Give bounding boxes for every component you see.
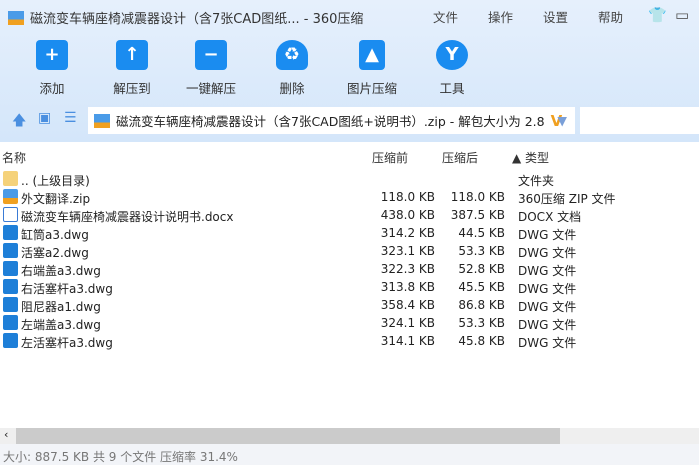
file-name: 外文翻译.zip: [21, 192, 91, 206]
image-compress-button[interactable]: ▲ 图片压缩: [332, 40, 412, 97]
dwg-file-icon: [3, 333, 18, 348]
tools-icon: Y: [436, 40, 468, 70]
archive-icon: [94, 113, 110, 128]
file-type: DWG 文件: [518, 318, 577, 332]
column-after[interactable]: 压缩后: [442, 149, 478, 166]
horizontal-scrollbar[interactable]: ‹: [0, 428, 699, 444]
file-type: 文件夹: [518, 174, 555, 188]
file-size-after: 44.5 KB: [458, 226, 505, 240]
tools-button[interactable]: Y 工具: [412, 40, 492, 97]
dwg-file-icon: [3, 243, 18, 258]
file-name: 右活塞杆a3.dwg: [21, 282, 113, 296]
file-size-before: 324.1 KB: [380, 316, 435, 330]
list-view-icon[interactable]: ☰: [64, 110, 77, 126]
file-size-after: 45.8 KB: [458, 334, 505, 348]
menu-settings[interactable]: 设置: [543, 7, 568, 26]
thumbnail-view-icon[interactable]: ▣: [38, 110, 51, 126]
file-size-after: 86.8 KB: [458, 298, 505, 312]
file-size-before: 322.3 KB: [380, 262, 435, 276]
dwg-file-icon: [3, 279, 18, 294]
zip-file-icon: [3, 189, 18, 204]
file-name: 缸筒a3.dwg: [21, 228, 89, 242]
file-type: DWG 文件: [518, 228, 577, 242]
file-row[interactable]: 活塞a2.dwg 323.1 KB 53.3 KB DWG 文件: [0, 242, 699, 260]
dwg-file-icon: [3, 315, 18, 330]
file-type: DWG 文件: [518, 246, 577, 260]
extract-to-button[interactable]: ↑ 解压到: [92, 40, 172, 97]
add-button[interactable]: + 添加: [12, 40, 92, 97]
file-row[interactable]: 左端盖a3.dwg 324.1 KB 53.3 KB DWG 文件: [0, 314, 699, 332]
archive-icon: [8, 10, 24, 25]
column-header: 名称 压缩前 压缩后 ▲ 类型: [0, 146, 699, 166]
column-name[interactable]: 名称: [2, 149, 26, 166]
file-size-after: 387.5 KB: [450, 208, 505, 222]
one-click-extract-icon: −: [195, 40, 227, 70]
image-icon: ▲: [359, 40, 385, 70]
file-row[interactable]: 磁流变车辆座椅减震器设计说明书.docx 438.0 KB 387.5 KB D…: [0, 206, 699, 224]
file-row[interactable]: 外文翻译.zip 118.0 KB 118.0 KB 360压缩 ZIP 文件: [0, 188, 699, 206]
dropdown-arrow-icon[interactable]: ▼: [557, 113, 567, 128]
file-size-after: 118.0 KB: [450, 190, 505, 204]
file-type: DWG 文件: [518, 264, 577, 278]
menu-help[interactable]: 帮助: [598, 7, 623, 26]
file-name: 左活塞杆a3.dwg: [21, 336, 113, 350]
one-click-extract-button[interactable]: − 一键解压: [171, 40, 251, 97]
folder-file-icon: [3, 171, 18, 186]
file-name: 右端盖a3.dwg: [21, 264, 101, 278]
status-bar: 大小: 887.5 KB 共 9 个文件 压缩率 31.4%: [0, 444, 699, 465]
file-type: 360压缩 ZIP 文件: [518, 192, 616, 206]
file-row[interactable]: 右端盖a3.dwg 322.3 KB 52.8 KB DWG 文件: [0, 260, 699, 278]
file-type: DWG 文件: [518, 336, 577, 350]
header-area: 磁流变车辆座椅减震器设计（含7张CAD图纸... - 360压缩 文件 操作 设…: [0, 0, 699, 142]
menu-bar: 文件 操作 设置 帮助: [433, 7, 623, 26]
file-name: 活塞a2.dwg: [21, 246, 89, 260]
file-type: DWG 文件: [518, 300, 577, 314]
file-size-before: 313.8 KB: [380, 280, 435, 294]
file-size-after: 53.3 KB: [458, 244, 505, 258]
skin-icon[interactable]: 👕: [648, 6, 667, 24]
add-icon: +: [36, 40, 68, 70]
file-size-after: 45.5 KB: [458, 280, 505, 294]
file-size-before: 118.0 KB: [380, 190, 435, 204]
file-size-after: 53.3 KB: [458, 316, 505, 330]
docx-file-icon: [3, 207, 18, 222]
file-name: 左端盖a3.dwg: [21, 318, 101, 332]
file-row[interactable]: 右活塞杆a3.dwg 313.8 KB 45.5 KB DWG 文件: [0, 278, 699, 296]
column-before[interactable]: 压缩前: [372, 149, 408, 166]
recycle-bin-icon: ♻: [276, 40, 308, 70]
file-name: 阻尼器a1.dwg: [21, 300, 101, 314]
menu-file[interactable]: 文件: [433, 7, 458, 26]
file-size-before: 358.4 KB: [380, 298, 435, 312]
file-size-before: 314.2 KB: [380, 226, 435, 240]
file-size-before: 438.0 KB: [380, 208, 435, 222]
feedback-icon[interactable]: ▭: [675, 6, 689, 24]
window-title: 磁流变车辆座椅减震器设计（含7张CAD图纸... - 360压缩: [8, 8, 363, 27]
dwg-file-icon: [3, 297, 18, 312]
dwg-file-icon: [3, 261, 18, 276]
file-size-after: 52.8 KB: [458, 262, 505, 276]
delete-button[interactable]: ♻ 删除: [252, 40, 332, 97]
file-name: .. (上级目录): [21, 174, 90, 188]
file-size-before: 323.1 KB: [380, 244, 435, 258]
address-bar[interactable]: 磁流变车辆座椅减震器设计（含7张CAD图纸+说明书）.zip - 解包大小为 2…: [88, 107, 575, 134]
scroll-thumb[interactable]: [16, 428, 560, 444]
file-size-before: 314.1 KB: [380, 334, 435, 348]
file-type: DWG 文件: [518, 282, 577, 296]
up-arrow-icon[interactable]: 🡅: [12, 110, 26, 134]
file-name: 磁流变车辆座椅减震器设计说明书.docx: [21, 210, 234, 224]
menu-operate[interactable]: 操作: [488, 7, 513, 26]
search-input[interactable]: [580, 107, 699, 134]
column-type[interactable]: ▲ 类型: [512, 149, 549, 166]
file-type: DOCX 文档: [518, 210, 582, 224]
file-row[interactable]: 阻尼器a1.dwg 358.4 KB 86.8 KB DWG 文件: [0, 296, 699, 314]
file-row[interactable]: .. (上级目录) 文件夹: [0, 170, 699, 188]
file-row[interactable]: 缸筒a3.dwg 314.2 KB 44.5 KB DWG 文件: [0, 224, 699, 242]
file-row[interactable]: 左活塞杆a3.dwg 314.1 KB 45.8 KB DWG 文件: [0, 332, 699, 350]
scroll-left-icon[interactable]: ‹: [4, 428, 8, 441]
dwg-file-icon: [3, 225, 18, 240]
extract-icon: ↑: [116, 40, 148, 70]
